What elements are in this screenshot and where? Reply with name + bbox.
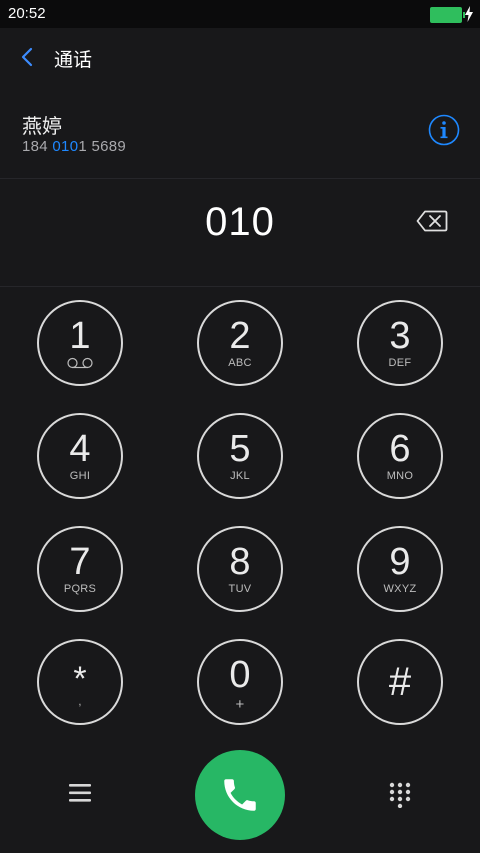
key-9[interactable]: 9 WXYZ [357,526,443,612]
status-time: 20:52 [8,5,46,22]
key-letters: PQRS [63,582,97,595]
back-icon[interactable] [18,46,38,68]
header: 通话 [0,28,480,86]
key-digit: 7 [69,540,91,583]
key-letters: ABC [228,356,252,369]
key-6[interactable]: 6 MNO [357,413,443,499]
info-icon[interactable] [428,114,460,146]
key-letters: JKL [230,469,250,482]
key-0[interactable]: 0 + [197,639,283,725]
key-digit: # [388,660,412,704]
battery-icon [430,7,465,23]
key-digit: 5 [229,427,251,470]
key-2[interactable]: 2 ABC [197,300,283,386]
divider [0,286,480,287]
dial-display: 010 [0,180,480,286]
dialed-number: 010 [205,200,275,244]
key-digit: 0 [229,653,251,696]
menu-icon[interactable] [68,782,92,804]
key-hash[interactable]: # [357,639,443,725]
backspace-icon[interactable] [416,210,448,232]
key-digit: 2 [229,314,251,357]
contact-number-match: 010 [52,138,79,155]
key-5[interactable]: 5 JKL [197,413,283,499]
key-4[interactable]: 4 GHI [37,413,123,499]
key-1[interactable]: 1 [37,300,123,386]
contact-suggestion[interactable]: 燕婷 184 0101 5689 [0,100,480,178]
key-digit: 8 [229,540,251,583]
key-digit: 4 [69,427,91,470]
divider [0,178,480,179]
key-digit: 6 [389,427,411,470]
key-digit: 9 [389,540,411,583]
voicemail-icon [67,357,93,369]
key-letters: + [235,695,245,713]
key-digit: * [73,659,87,698]
key-letters: TUV [228,582,252,595]
status-bar: 20:52 [0,0,480,28]
key-7[interactable]: 7 PQRS [37,526,123,612]
bottom-bar [0,740,480,853]
contact-number-prefix: 184 [22,138,53,155]
key-digit: 1 [69,315,91,357]
call-button[interactable] [195,750,285,840]
page-title: 通话 [54,50,93,71]
dialpad-icon[interactable] [388,782,412,808]
key-letters: MNO [386,469,414,482]
contact-number-suffix: 1 5689 [78,138,127,155]
contact-name: 燕婷 [22,116,62,138]
contact-number: 184 0101 5689 [22,138,126,155]
key-digit: 3 [389,314,411,357]
key-letters: DEF [388,356,412,369]
key-3[interactable]: 3 DEF [357,300,443,386]
key-letters: , [78,695,82,708]
key-letters: WXYZ [383,582,417,595]
charging-icon [465,6,473,22]
key-letters: GHI [69,469,91,482]
keypad: 1 2 ABC 3 DEF 4 GHI 5 JKL 6 MNO 7 PQRS 8… [0,298,480,728]
phone-icon [224,779,256,811]
key-8[interactable]: 8 TUV [197,526,283,612]
key-star[interactable]: * , [37,639,123,725]
